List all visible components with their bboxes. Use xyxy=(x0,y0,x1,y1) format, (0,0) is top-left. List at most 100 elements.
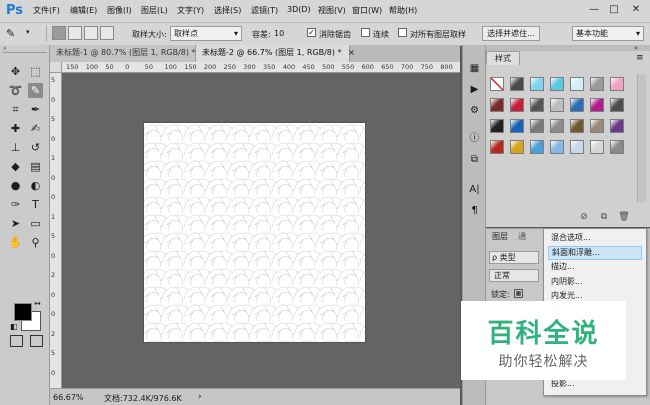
info-icon[interactable]: ⓘ xyxy=(466,130,483,147)
menu-item[interactable]: 图像(I) xyxy=(107,5,132,16)
tab-untitled-1[interactable]: 未标题-1 @ 80.7% (图层 1, RGB/8) * × xyxy=(50,45,209,62)
clear-style-icon[interactable]: ⊘ xyxy=(578,212,590,223)
preset-chevron-icon[interactable]: ▾ xyxy=(26,28,30,36)
path-selection-tool-icon[interactable]: ➤ xyxy=(8,216,23,231)
blur-tool-icon[interactable]: ● xyxy=(8,178,23,193)
foreground-color-swatch[interactable] xyxy=(14,303,32,321)
subtract-selection-icon[interactable] xyxy=(84,26,98,40)
style-swatch[interactable] xyxy=(510,119,524,133)
style-swatch[interactable] xyxy=(570,140,584,154)
minimize-button[interactable]: — xyxy=(586,3,602,17)
antialias-checkbox[interactable]: ✓ xyxy=(307,28,316,37)
menu-item[interactable]: 视图(V) xyxy=(318,5,346,16)
style-swatch[interactable] xyxy=(610,77,624,91)
all-layers-checkbox[interactable] xyxy=(398,28,407,37)
tab-layers[interactable]: 图层 xyxy=(492,229,508,245)
style-swatch[interactable] xyxy=(550,98,564,112)
style-swatch[interactable] xyxy=(570,77,584,91)
new-selection-icon[interactable] xyxy=(52,26,66,40)
tab-channels[interactable]: 通 xyxy=(518,229,526,245)
style-swatch[interactable] xyxy=(510,77,524,91)
contiguous-checkbox[interactable] xyxy=(361,28,370,37)
style-swatch[interactable] xyxy=(570,98,584,112)
style-swatch[interactable] xyxy=(490,140,504,154)
magic-wand-tool-icon[interactable]: ✎ xyxy=(28,83,43,98)
gradient-tool-icon[interactable]: ▤ xyxy=(28,159,43,174)
trash-icon[interactable]: 🗑 xyxy=(618,212,630,223)
marquee-tool-icon[interactable]: ⬚ xyxy=(28,64,43,79)
style-swatch[interactable] xyxy=(530,98,544,112)
lock-icon[interactable]: ▦ xyxy=(514,289,523,298)
style-swatch[interactable] xyxy=(590,119,604,133)
intersect-selection-icon[interactable] xyxy=(100,26,114,40)
menu-item[interactable]: 文字(Y) xyxy=(177,5,204,16)
properties-icon[interactable]: ⚙ xyxy=(466,102,483,119)
menu-item[interactable]: 图层(L) xyxy=(141,5,168,16)
type-tool-icon[interactable]: T xyxy=(28,197,43,212)
close-window-button[interactable]: ✕ xyxy=(628,3,644,17)
menu-item[interactable]: 编辑(E) xyxy=(70,5,97,16)
style-swatch[interactable] xyxy=(510,140,524,154)
style-swatch[interactable] xyxy=(610,98,624,112)
tolerance-input[interactable]: 10 xyxy=(274,29,284,38)
screen-mode-icon[interactable] xyxy=(30,335,43,347)
sample-size-select[interactable]: 取样点 ▾ xyxy=(170,26,242,41)
style-swatch[interactable] xyxy=(550,119,564,133)
tab-untitled-2[interactable]: 未标题-2 @ 66.7% (图层 1, RGB/8) * × xyxy=(196,45,355,62)
actions-play-icon[interactable]: ▶ xyxy=(466,81,483,98)
style-swatch[interactable] xyxy=(590,140,604,154)
default-colors-icon[interactable]: ◧ xyxy=(10,322,18,331)
new-style-icon[interactable]: ⧉ xyxy=(598,212,610,223)
select-and-mask-button[interactable]: 选择并遮住... xyxy=(482,26,540,41)
menu-item[interactable]: 帮助(H) xyxy=(389,5,417,16)
tab-styles[interactable]: 样式 xyxy=(486,51,520,65)
style-swatch[interactable] xyxy=(510,98,524,112)
styles-scrollbar[interactable] xyxy=(637,74,646,202)
eraser-tool-icon[interactable]: ◆ xyxy=(8,159,23,174)
style-swatch[interactable] xyxy=(490,119,504,133)
healing-tool-icon[interactable]: ✚ xyxy=(8,121,23,136)
menu-item-layer-style[interactable]: 内阴影... xyxy=(548,275,642,289)
close-icon[interactable]: × xyxy=(348,48,355,57)
menu-item[interactable]: 选择(S) xyxy=(214,5,241,16)
style-swatch[interactable] xyxy=(610,140,624,154)
workspace-select[interactable]: 基本功能 ▾ xyxy=(572,26,644,41)
dodge-tool-icon[interactable]: ◐ xyxy=(28,178,43,193)
paragraph-icon[interactable]: ¶ xyxy=(466,202,483,219)
eyedropper-tool-preset-icon[interactable]: ✎ xyxy=(6,26,26,41)
shape-tool-icon[interactable]: ▭ xyxy=(28,216,43,231)
brush-tool-icon[interactable]: ✍ xyxy=(28,121,43,136)
style-swatch[interactable] xyxy=(590,98,604,112)
style-swatch[interactable] xyxy=(530,140,544,154)
style-swatch[interactable] xyxy=(530,119,544,133)
menu-item[interactable]: 文件(F) xyxy=(33,5,60,16)
layer-filter-select[interactable]: ρ 类型 xyxy=(489,251,539,264)
quick-mask-icon[interactable] xyxy=(10,335,23,347)
style-swatch-none[interactable] xyxy=(490,77,504,91)
status-menu-arrow[interactable]: › xyxy=(198,392,202,402)
zoom-level[interactable]: 66.67% xyxy=(53,393,84,402)
swap-colors-icon[interactable]: ↔ xyxy=(34,299,41,308)
menu-item[interactable]: 3D(D) xyxy=(287,5,311,14)
brush-settings-icon[interactable]: ⧉ xyxy=(466,151,483,168)
style-swatch[interactable] xyxy=(590,77,604,91)
history-brush-tool-icon[interactable]: ↺ xyxy=(28,140,43,155)
crop-tool-icon[interactable]: ⌗ xyxy=(8,102,23,117)
panel-menu-icon[interactable]: ≡ xyxy=(636,53,644,63)
character-icon[interactable]: A| xyxy=(466,181,483,198)
style-swatch[interactable] xyxy=(570,119,584,133)
eyedropper-tool-icon[interactable]: ✒ xyxy=(28,102,43,117)
move-tool-icon[interactable]: ✥ xyxy=(8,64,23,79)
blend-mode-select[interactable]: 正常 xyxy=(489,269,539,282)
menu-item-layer-style[interactable]: 混合选项... xyxy=(548,231,642,245)
add-selection-icon[interactable] xyxy=(68,26,82,40)
hand-tool-icon[interactable]: ✋ xyxy=(8,235,23,250)
style-swatch[interactable] xyxy=(550,140,564,154)
menu-item[interactable]: 滤镜(T) xyxy=(251,5,278,16)
style-swatch[interactable] xyxy=(550,77,564,91)
maximize-button[interactable]: □ xyxy=(606,3,622,17)
clone-stamp-tool-icon[interactable]: ⊥ xyxy=(8,140,23,155)
style-swatch[interactable] xyxy=(530,77,544,91)
menu-item[interactable]: 窗口(W) xyxy=(352,5,382,16)
document-canvas[interactable] xyxy=(144,123,365,342)
